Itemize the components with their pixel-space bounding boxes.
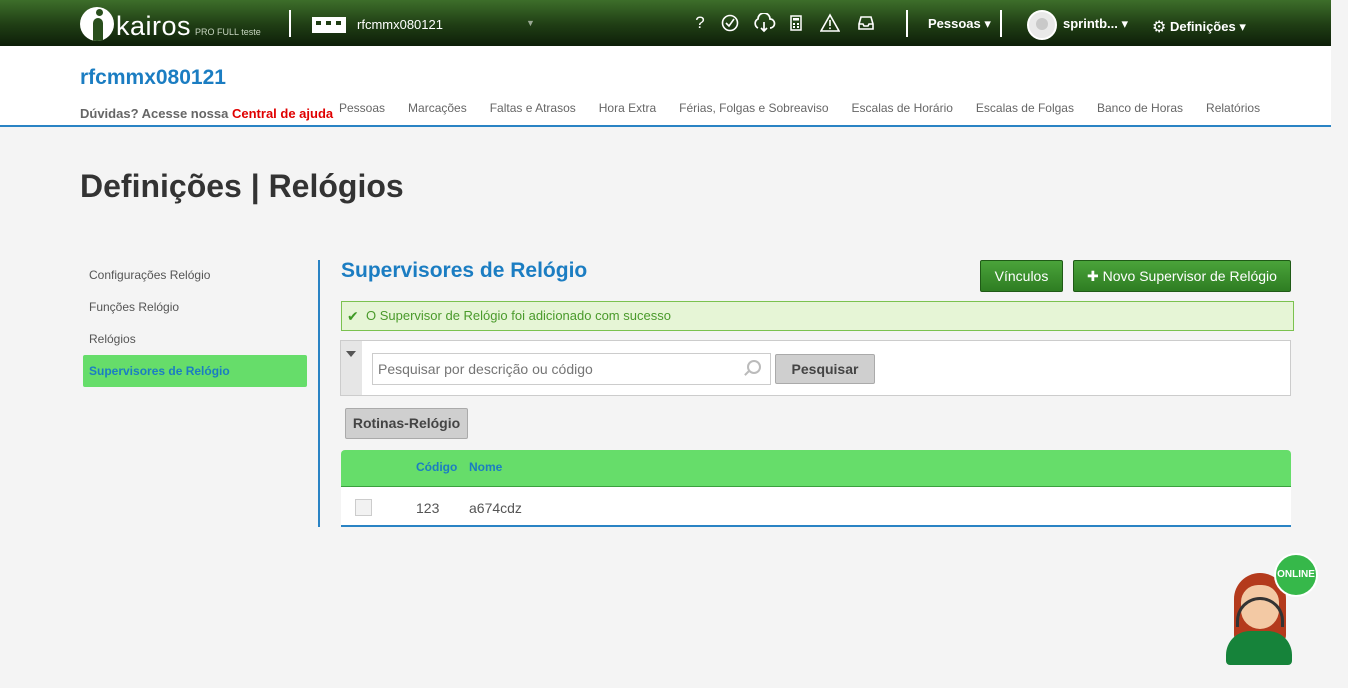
logo-subtitle: PRO FULL teste: [195, 27, 261, 37]
sidebar-item-relogios[interactable]: Relógios: [83, 323, 307, 355]
divider: [906, 10, 908, 37]
sidebar-item-funcoes[interactable]: Funções Relógio: [83, 291, 307, 323]
help-center-link[interactable]: Central de ajuda: [232, 106, 333, 121]
company-header: rfcmmx080121 Dúvidas? Acesse nossa Centr…: [0, 46, 1331, 127]
clock-check-icon[interactable]: [720, 13, 740, 33]
plus-icon: ✚: [1087, 268, 1099, 284]
user-menu[interactable]: sprintb... ▾: [1063, 16, 1128, 32]
filter-icon[interactable]: [341, 341, 362, 395]
table-row[interactable]: 123 a674cdz: [341, 487, 1291, 527]
company-selector[interactable]: rfcmmx080121: [357, 17, 443, 32]
cell-nome: a674cdz: [469, 500, 522, 516]
check-icon: ✔: [347, 308, 359, 324]
avatar[interactable]: [1027, 10, 1057, 40]
row-checkbox[interactable]: [355, 499, 372, 516]
nav-banco-horas[interactable]: Banco de Horas: [1097, 101, 1183, 115]
company-icon: [312, 17, 346, 33]
divider: [289, 10, 291, 37]
supervisors-table: Código Nome 123 a674cdz: [341, 450, 1291, 527]
nav-pessoas[interactable]: Pessoas: [339, 101, 385, 115]
logo-text: kairos: [116, 11, 192, 41]
nav-escalas-folgas[interactable]: Escalas de Folgas: [976, 101, 1074, 115]
kairos-logo-icon: [80, 7, 114, 41]
sidebar-item-supervisores[interactable]: Supervisores de Relógio: [83, 355, 307, 387]
sidebar-item-configuracoes[interactable]: Configurações Relógio: [83, 259, 307, 291]
search-panel: Pesquisar: [340, 340, 1291, 396]
section-title: Supervisores de Relógio: [341, 259, 588, 282]
column-header-nome[interactable]: Nome: [469, 460, 502, 474]
nav-relatorios[interactable]: Relatórios: [1206, 101, 1260, 115]
cloud-download-icon[interactable]: [752, 12, 776, 33]
divider: [1000, 10, 1002, 37]
inbox-icon[interactable]: [856, 13, 876, 33]
help-text: Dúvidas? Acesse nossa Central de ajuda: [80, 106, 334, 121]
agent-body: [1226, 631, 1292, 665]
kairos-logo[interactable]: kairos PRO FULL teste: [80, 5, 261, 41]
rotinas-relogio-button[interactable]: Rotinas-Relógio: [345, 408, 468, 439]
help-icon[interactable]: ?: [690, 13, 710, 33]
cell-codigo: 123: [416, 500, 440, 516]
nav-ferias-folgas[interactable]: Férias, Folgas e Sobreaviso: [679, 101, 828, 115]
gear-icon: ⚙: [1152, 19, 1167, 36]
pessoas-menu[interactable]: Pessoas ▾: [928, 16, 991, 32]
online-chat-widget[interactable]: ONLINE: [1222, 553, 1322, 668]
top-bar: kairos PRO FULL teste rfcmmx080121 ▼ ? P…: [0, 0, 1331, 46]
search-icon: [747, 360, 761, 374]
calculator-icon[interactable]: [786, 13, 806, 33]
nav-escalas-horario[interactable]: Escalas de Horário: [852, 101, 953, 115]
search-input[interactable]: [372, 353, 771, 385]
warning-icon[interactable]: [819, 13, 841, 33]
chevron-down-icon[interactable]: ▼: [526, 18, 535, 28]
search-button[interactable]: Pesquisar: [775, 354, 875, 384]
table-header: Código Nome: [341, 450, 1291, 487]
success-alert: ✔ O Supervisor de Relógio foi adicionado…: [341, 301, 1294, 331]
nav-faltas-atrasos[interactable]: Faltas e Atrasos: [490, 101, 576, 115]
column-header-codigo[interactable]: Código: [416, 460, 457, 474]
main-nav: Pessoas Marcações Faltas e Atrasos Hora …: [339, 101, 1283, 115]
online-badge[interactable]: ONLINE: [1274, 553, 1318, 597]
company-title: rfcmmx080121: [80, 66, 226, 89]
page-title: Definições | Relógios: [80, 168, 404, 204]
settings-menu[interactable]: ⚙ Definições ▾: [1152, 16, 1246, 36]
vinculos-button[interactable]: Vínculos: [980, 260, 1063, 292]
sidebar-divider: [318, 260, 320, 527]
add-supervisor-button[interactable]: ✚ Novo Supervisor de Relógio: [1073, 260, 1291, 292]
sidebar: Configurações Relógio Funções Relógio Re…: [83, 259, 307, 387]
nav-marcacoes[interactable]: Marcações: [408, 101, 467, 115]
nav-hora-extra[interactable]: Hora Extra: [599, 101, 656, 115]
